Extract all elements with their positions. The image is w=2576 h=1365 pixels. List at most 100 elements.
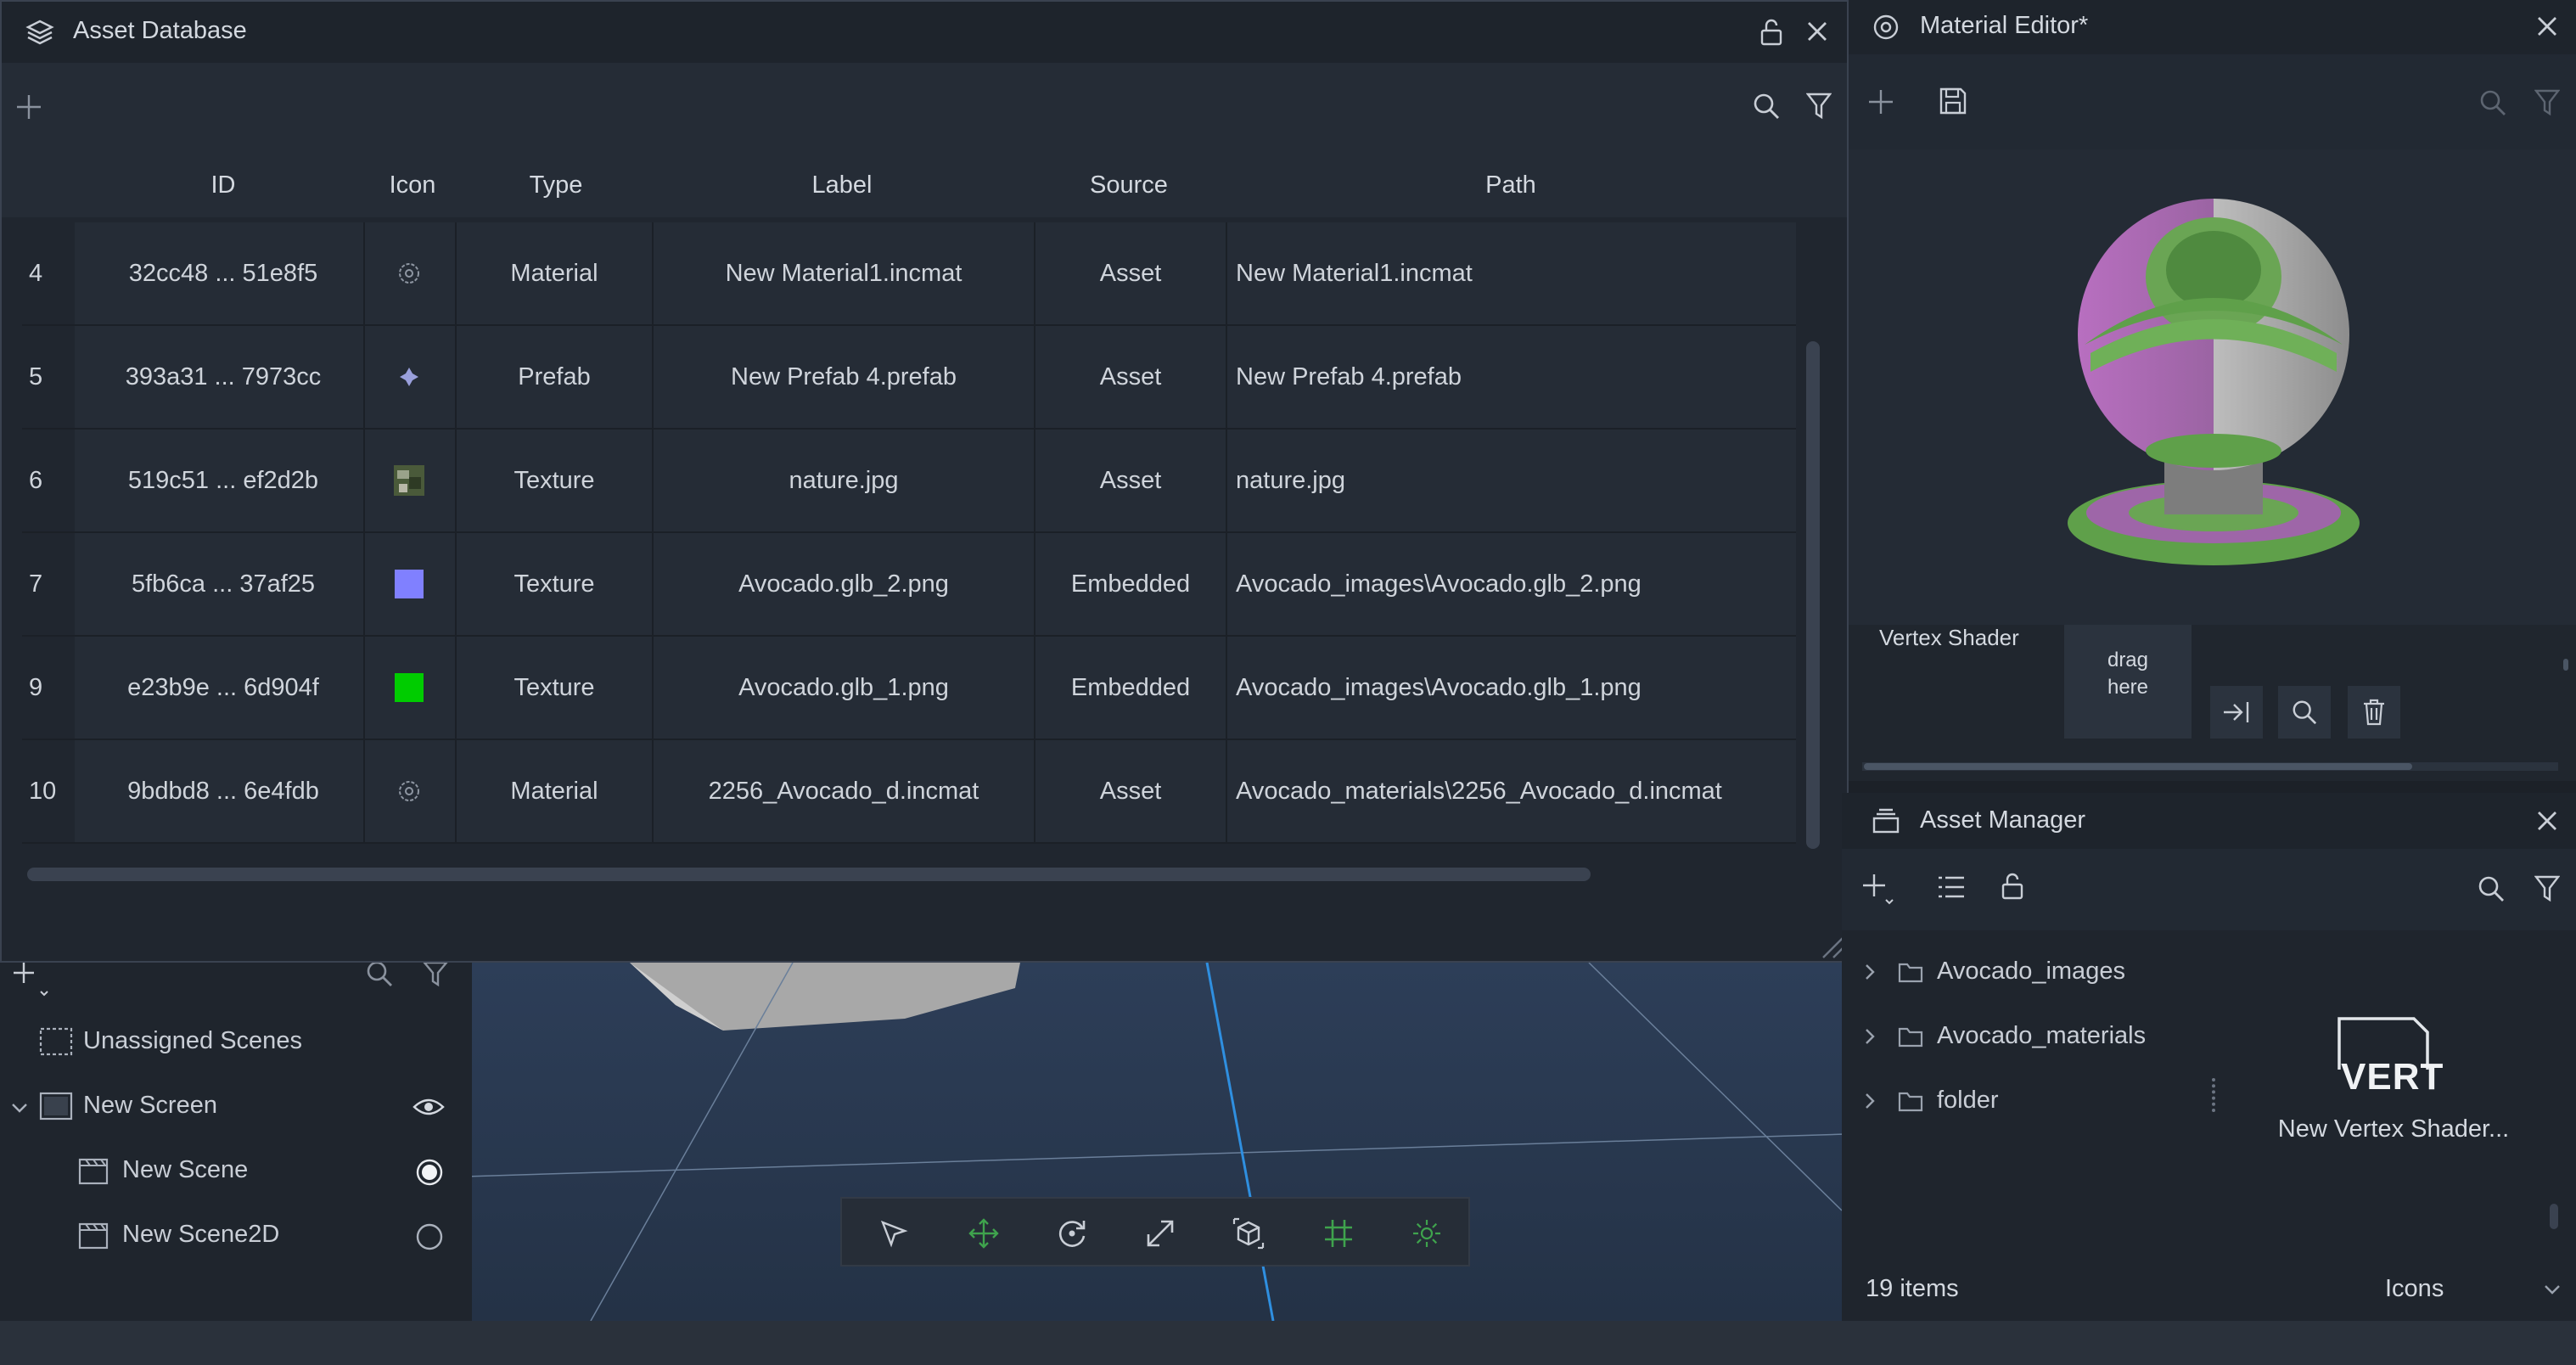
chevron-right-icon[interactable] bbox=[1864, 1092, 1876, 1110]
hierarchy-item-label: New Scene bbox=[122, 1156, 249, 1183]
hierarchy-item-label: New Screen bbox=[83, 1092, 217, 1119]
asset-database-window: Asset Database ID Icon Type Label Source… bbox=[0, 0, 1849, 963]
asset-tile[interactable]: VERT New Vertex Shader... bbox=[2215, 1014, 2572, 1158]
table-row[interactable]: 4 32cc48 ... 51e8f5 Material New Materia… bbox=[22, 222, 1796, 326]
color-swatch-icon bbox=[365, 637, 453, 739]
hierarchy-item[interactable]: New Scene bbox=[0, 1139, 472, 1204]
vertical-scrollbar[interactable] bbox=[2550, 1204, 2558, 1229]
folder-item[interactable]: folder bbox=[1842, 1070, 2198, 1134]
list-view-icon[interactable] bbox=[1937, 874, 1966, 900]
remove-shader-button[interactable] bbox=[2348, 686, 2400, 739]
asset-label: 2256_Avocado_d.incmat bbox=[708, 778, 979, 805]
filter-icon[interactable] bbox=[2534, 88, 2560, 117]
hierarchy-item[interactable]: New Screen bbox=[0, 1075, 472, 1139]
close-icon[interactable] bbox=[1804, 19, 1830, 44]
close-icon[interactable] bbox=[2534, 808, 2560, 834]
drop-hint: drag here bbox=[2107, 649, 2149, 699]
folder-item[interactable]: Avocado_images bbox=[1842, 941, 2198, 1005]
save-icon[interactable] bbox=[1939, 87, 1967, 115]
filter-icon[interactable] bbox=[423, 963, 448, 988]
eye-icon[interactable] bbox=[412, 1097, 445, 1117]
vertex-shader-slot: Vertex Shader drag here bbox=[1849, 625, 2576, 781]
scale-icon[interactable] bbox=[1144, 1217, 1176, 1250]
scene-viewport[interactable] bbox=[472, 963, 1842, 1321]
vertex-shader-file-icon: VERT bbox=[2337, 1017, 2443, 1100]
chevron-right-icon[interactable] bbox=[1864, 963, 1876, 981]
active-scene-radio[interactable] bbox=[415, 1158, 444, 1187]
folder-label: Avocado_materials bbox=[1937, 1022, 2147, 1049]
folder-label: Avocado_images bbox=[1937, 958, 2125, 985]
bounding-box-icon[interactable] bbox=[1232, 1217, 1265, 1250]
asset-path: Avocado_materials\2256_Avocado_d.incmat bbox=[1236, 778, 1722, 805]
filter-icon[interactable] bbox=[1806, 92, 1832, 121]
asset-source: Asset bbox=[1099, 778, 1162, 805]
asset-path: Avocado_images\Avocado.glb_2.png bbox=[1236, 570, 1642, 598]
column-header-label[interactable]: Label bbox=[652, 153, 1032, 217]
hierarchy-item[interactable]: New Scene2D bbox=[0, 1204, 472, 1268]
column-header-icon[interactable]: Icon bbox=[372, 153, 453, 217]
folder-icon bbox=[1898, 1025, 1923, 1048]
color-swatch-icon bbox=[365, 533, 453, 635]
select-cursor-icon[interactable] bbox=[879, 1219, 908, 1248]
chevron-right-icon[interactable] bbox=[1864, 1027, 1876, 1046]
add-icon[interactable] bbox=[1867, 88, 1894, 115]
table-row[interactable]: 6 519c51 ... ef2d2b Texture nature.jpg A… bbox=[22, 430, 1796, 533]
assign-shader-button[interactable] bbox=[2210, 686, 2263, 739]
filter-icon[interactable] bbox=[2534, 874, 2560, 903]
locate-shader-button[interactable] bbox=[2278, 686, 2331, 739]
column-header-path[interactable]: Path bbox=[1224, 153, 1798, 217]
asset-label: Avocado.glb_1.png bbox=[738, 674, 949, 701]
asset-id: 32cc48 ... 51e8f5 bbox=[128, 260, 318, 287]
folder-icon bbox=[1898, 1090, 1923, 1112]
asset-manager-title: Asset Manager bbox=[1920, 806, 2086, 834]
hierarchy-item-label: Unassigned Scenes bbox=[83, 1027, 302, 1054]
column-header-source[interactable]: Source bbox=[1034, 153, 1224, 217]
shader-drop-zone[interactable]: drag here bbox=[2064, 625, 2192, 739]
material-icon bbox=[365, 740, 453, 842]
search-icon[interactable] bbox=[365, 963, 394, 988]
column-header-type[interactable]: Type bbox=[460, 153, 652, 217]
material-preview-sphere bbox=[2068, 199, 2360, 565]
table-row[interactable]: 10 9bdbd8 ... 6e4fdb Material 2256_Avoca… bbox=[22, 740, 1796, 844]
add-dropdown-icon[interactable] bbox=[1862, 873, 1896, 908]
add-icon[interactable] bbox=[15, 93, 42, 121]
column-header-id[interactable]: ID bbox=[75, 153, 372, 217]
horizontal-scrollbar[interactable] bbox=[27, 868, 1591, 881]
item-count: 19 items bbox=[1866, 1275, 1959, 1302]
asset-type: Material bbox=[510, 778, 598, 805]
folder-item[interactable]: Avocado_materials bbox=[1842, 1005, 2198, 1070]
asset-source: Embedded bbox=[1070, 570, 1191, 598]
unassigned-scenes-icon bbox=[39, 1027, 73, 1056]
move-icon[interactable] bbox=[968, 1217, 1000, 1250]
row-index: 9 bbox=[22, 637, 75, 739]
asset-type: Texture bbox=[514, 467, 595, 494]
grid-snap-icon[interactable] bbox=[1322, 1217, 1355, 1250]
folder-label: folder bbox=[1937, 1087, 1999, 1114]
table-row[interactable]: 9 e23b9e ... 6d904f Texture Avocado.glb_… bbox=[22, 637, 1796, 740]
material-preview[interactable] bbox=[1849, 149, 2576, 625]
table-row[interactable]: 5 393a31 ... 7973cc Prefab New Prefab 4.… bbox=[22, 326, 1796, 430]
lighting-icon[interactable] bbox=[1411, 1217, 1443, 1250]
table-row[interactable]: 7 5fb6ca ... 37af25 Texture Avocado.glb_… bbox=[22, 533, 1796, 637]
unlock-icon[interactable] bbox=[1759, 19, 1784, 46]
unlock-icon[interactable] bbox=[2000, 873, 2025, 900]
search-icon[interactable] bbox=[2478, 88, 2507, 117]
search-icon[interactable] bbox=[1752, 92, 1781, 121]
chevron-down-icon[interactable] bbox=[2543, 1284, 2562, 1295]
horizontal-scrollbar[interactable] bbox=[1864, 763, 2412, 770]
vertical-scrollbar[interactable] bbox=[1806, 341, 1820, 849]
scene-icon bbox=[78, 1222, 109, 1250]
status-bar bbox=[0, 1321, 2576, 1365]
search-icon[interactable] bbox=[2477, 874, 2506, 903]
asset-id: 9bdbd8 ... 6e4fdb bbox=[127, 778, 319, 805]
view-mode-select[interactable]: Icons bbox=[2385, 1275, 2444, 1303]
rotate-icon[interactable] bbox=[1056, 1217, 1088, 1250]
close-icon[interactable] bbox=[2534, 14, 2560, 39]
hierarchy-item[interactable]: Unassigned Scenes bbox=[0, 1010, 472, 1075]
texture-swatch bbox=[395, 570, 424, 598]
chevron-down-icon[interactable] bbox=[10, 1102, 29, 1114]
add-dropdown-icon[interactable] bbox=[12, 963, 51, 998]
asset-type: Material bbox=[510, 260, 598, 287]
vertical-scrollbar[interactable] bbox=[2563, 659, 2568, 671]
inactive-scene-radio[interactable] bbox=[415, 1222, 444, 1251]
